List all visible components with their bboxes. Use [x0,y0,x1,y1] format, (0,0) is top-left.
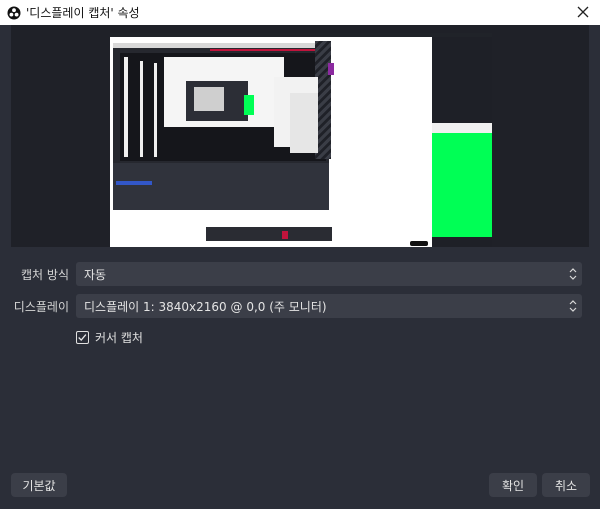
ok-button[interactable]: 확인 [489,473,537,497]
preview-white-stripe [154,63,157,157]
preview-green-panel [432,133,492,237]
capture-cursor-label: 커서 캡처 [95,330,143,345]
display-row: 디스플레이 디스플레이 1: 3840x2160 @ 0,0 (주 모니터) [0,294,600,318]
preview-purple-marker [328,63,334,75]
updown-arrows-icon [569,268,577,280]
display-label: 디스플레이 [13,300,69,314]
preview-red-line [210,49,330,51]
preview-nested-toolbar [113,43,329,48]
checkmark-icon [78,333,87,341]
preview-inner-frame [194,87,224,111]
updown-arrows-icon [569,300,577,312]
preview-green-block [244,95,254,115]
display-select[interactable]: 디스플레이 1: 3840x2160 @ 0,0 (주 모니터) [76,294,582,318]
source-preview-area [11,25,589,247]
display-preview [110,33,492,247]
preview-start-button [410,241,428,246]
preview-bottom-white [110,241,432,247]
preview-white-stripe [140,61,143,157]
preview-blue-selection [116,181,152,185]
capture-method-value: 자동 [84,268,107,282]
capture-method-row: 캡처 방식 자동 [0,262,600,286]
defaults-button[interactable]: 기본값 [11,473,67,497]
display-value: 디스플레이 1: 3840x2160 @ 0,0 (주 모니터) [84,300,327,314]
obs-icon [7,6,21,19]
capture-cursor-row[interactable]: 커서 캡처 [76,329,143,345]
capture-cursor-checkbox[interactable] [76,330,89,344]
capture-method-label: 캡처 방식 [21,268,69,282]
preview-step [290,93,318,153]
preview-taskbar-accent [282,231,288,239]
close-icon[interactable] [575,4,591,20]
title-bar: '디스플레이 캡처' 속성 [0,0,600,25]
window-title: '디스플레이 캡처' 속성 [26,6,140,20]
cancel-button[interactable]: 취소 [542,473,590,497]
preview-taskbar [206,227,332,241]
preview-white-stripe [124,57,128,157]
preview-bottom-panels [113,163,329,210]
capture-method-select[interactable]: 자동 [76,262,582,286]
